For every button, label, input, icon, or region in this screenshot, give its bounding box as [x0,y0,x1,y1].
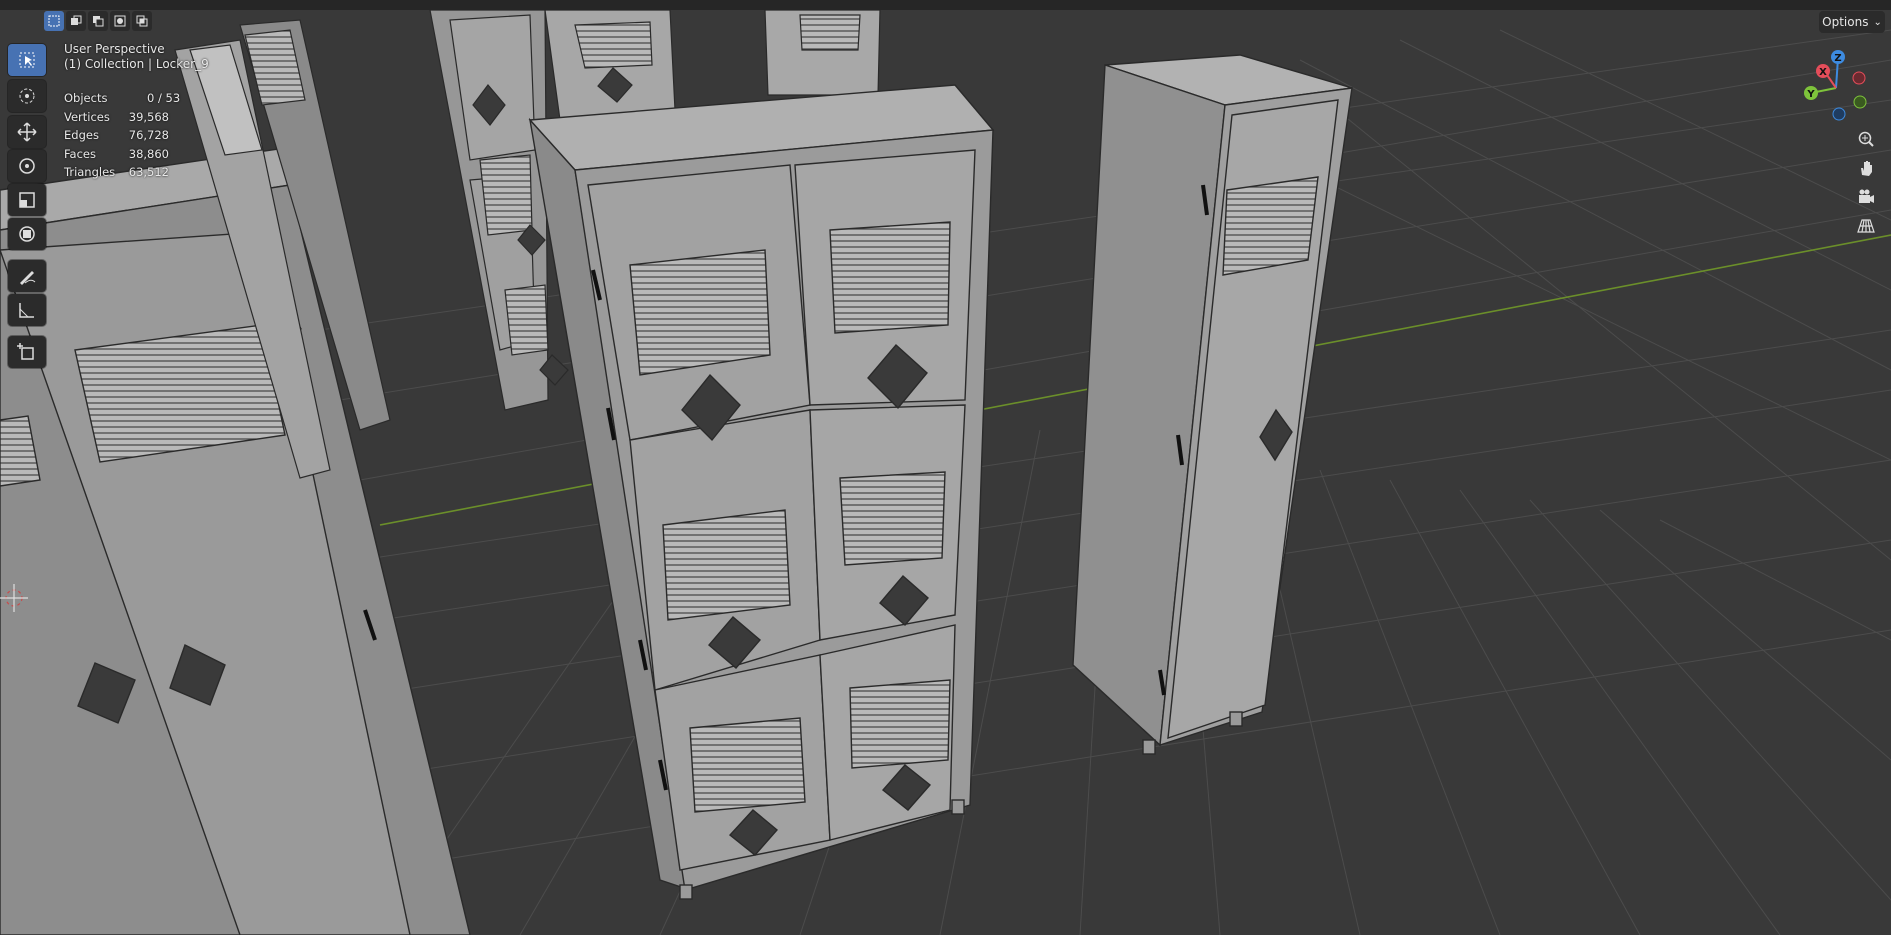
transform-icon[interactable] [8,218,46,250]
collection-path: (1) Collection | Locker_9 [64,57,209,71]
axis-gizmo-icon: Z Y X [1804,50,1867,121]
viewport-header [0,0,1891,10]
stat-row-triangles: Triangles 63,512 [64,163,187,182]
axis-x-label: X [1819,67,1827,78]
stat-label: Edges [64,128,99,142]
select-mode-buttons [44,11,152,31]
select-invert-icon[interactable] [110,11,130,31]
camera-icon[interactable] [1851,184,1881,210]
options-label: Options [1822,15,1869,29]
3d-viewport[interactable] [0,0,1891,935]
stat-value: 0 / 53 [147,91,181,105]
stat-label: Objects [64,91,108,105]
select-set-icon[interactable] [44,11,64,31]
axis-y-label: Y [1806,89,1815,100]
stat-row-edges: Edges 76,728 [64,126,187,145]
navigation-gizmo[interactable]: Z Y X [1796,44,1878,126]
stat-row-objects: Objects 0 / 53 [64,89,187,108]
add-cube-icon[interactable] [8,336,46,368]
select-box-icon[interactable] [8,44,46,76]
scale-icon[interactable] [8,184,46,216]
zoom-icon[interactable] [1851,126,1881,152]
stat-value: 39,568 [128,109,169,124]
stat-value: 76,728 [128,128,169,142]
annotate-icon[interactable] [8,260,46,292]
cursor-icon[interactable] [8,80,46,112]
options-dropdown[interactable]: Options ⌄ [1819,11,1885,33]
select-subtract-icon[interactable] [88,11,108,31]
stat-row-vertices: Vertices 39,568 [64,108,187,127]
grid-perspective-icon[interactable] [1851,213,1881,239]
axis-z-label: Z [1834,53,1841,64]
viewport-info: User Perspective (1) Collection | Locker… [64,42,209,72]
stat-value: 38,860 [128,146,169,161]
stat-label: Triangles [64,165,116,179]
select-extend-icon[interactable] [66,11,86,31]
move-icon[interactable] [8,116,46,148]
view-name: User Perspective [64,42,165,56]
stat-label: Vertices [64,109,110,124]
chevron-down-icon: ⌄ [1873,16,1882,28]
hand-pan-icon[interactable] [1851,155,1881,181]
scene-statistics: Objects 0 / 53 Vertices 39,568 Edges 76,… [64,89,187,182]
rotate-icon[interactable] [8,150,46,182]
stat-row-faces: Faces 38,860 [64,145,187,164]
stat-value: 63,512 [128,165,169,179]
viewport-scene [0,0,1891,935]
stat-label: Faces [64,146,96,161]
select-intersect-icon[interactable] [132,11,152,31]
measure-icon[interactable] [8,294,46,326]
